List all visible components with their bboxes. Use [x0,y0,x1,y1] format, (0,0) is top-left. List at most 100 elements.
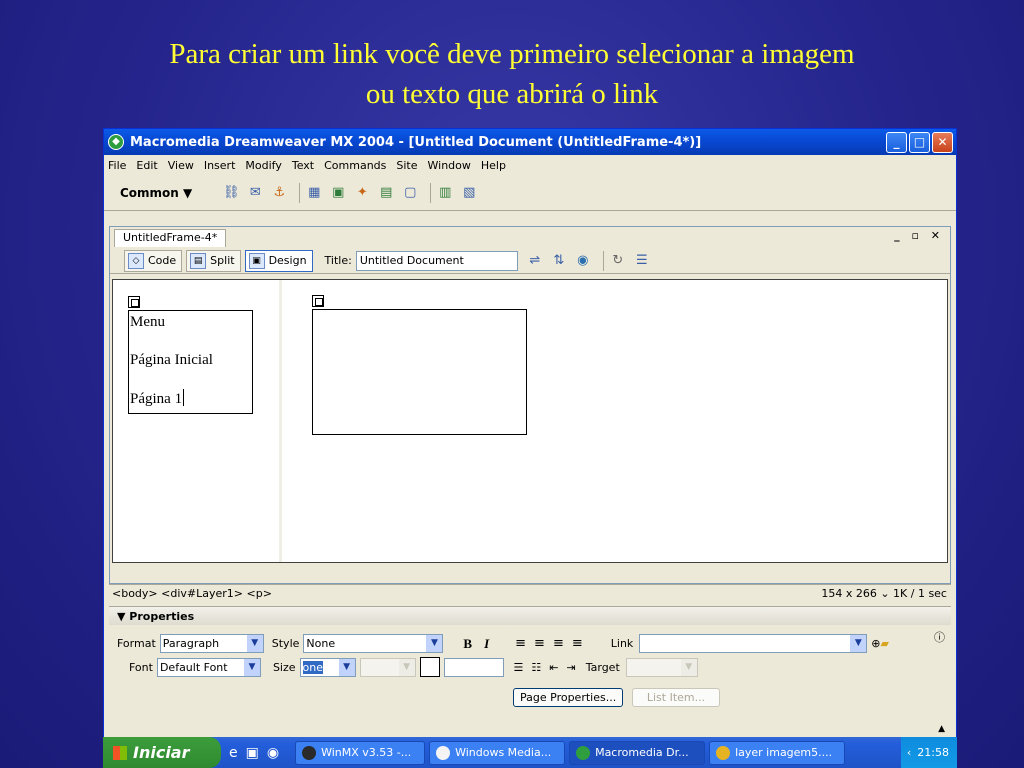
preview-browser-icon[interactable]: ◉ [574,252,592,270]
text-color-input[interactable] [443,657,504,677]
maximize-button[interactable]: □ [909,131,930,153]
code-view-button[interactable]: ◇ Code [124,249,183,272]
menu-help[interactable]: Help [481,159,506,172]
split-view-label: Split [210,254,235,267]
text-color-swatch[interactable] [419,657,440,677]
menu-text[interactable]: Text [292,159,314,172]
font-select[interactable]: Default Font ▼ [156,657,261,677]
toolbar-separator [299,182,301,203]
media-player-icon [436,745,451,760]
date-icon[interactable]: ▤ [377,184,395,202]
document-window-controls[interactable]: _ ▫ ✕ [894,229,944,242]
indent-icon[interactable]: ⇥ [567,661,576,674]
properties-panel: ▼ Properties Format Paragraph ▼ Style Non… [109,606,951,738]
target-label: Target [585,660,620,674]
insert-bar: Common ▼ ⛓ ✉ ⚓ ▦ ▣ ✦ ▤ ▢ ▥ ▧ [104,175,956,211]
minimize-button[interactable]: _ [886,131,907,153]
help-icon[interactable]: ⓘ [934,629,945,645]
layer-anchor-icon[interactable] [312,295,324,307]
tag-chooser-icon[interactable]: ▧ [460,184,478,202]
italic-button[interactable]: I [484,636,489,652]
toolbar-separator [602,250,604,271]
design-view-button[interactable]: ▣ Design [244,249,313,272]
link-label: Link [610,637,634,650]
menu-edit[interactable]: Edit [136,159,157,172]
menu-window[interactable]: Window [428,159,471,172]
menu-modify[interactable]: Modify [245,159,281,172]
taskbar-item-windows-media[interactable]: Windows Media... [429,740,566,765]
style-select[interactable]: None ▼ [303,634,444,653]
email-link-icon[interactable]: ✉ [246,184,264,202]
start-button[interactable]: Iniciar [103,737,221,768]
link-input[interactable]: ▼ [639,634,868,653]
split-view-button[interactable]: ▤ Split [186,249,241,272]
folder-icon[interactable]: ▰ [881,637,889,650]
layer1-line-pagina-inicial[interactable]: Página Inicial [130,351,252,369]
frame-border[interactable] [279,280,282,562]
show-desktop-icon[interactable]: ▣ [246,745,259,761]
expand-arrow-icon[interactable]: ▲ [938,724,945,734]
named-anchor-icon[interactable]: ⚓ [270,184,288,202]
tray-expand-icon[interactable]: ‹ [907,746,911,759]
menu-commands[interactable]: Commands [324,159,386,172]
image-icon[interactable]: ▣ [329,184,347,202]
slide-caption: Para criar um link você deve primeiro se… [0,34,1024,114]
chevron-down-icon: ▼ [338,658,355,676]
taskbar-item-label: Windows Media... [455,746,552,759]
tag-selector[interactable]: <body> <div#Layer1> <p> [112,587,272,600]
format-label: Format [117,637,156,650]
design-canvas[interactable]: Menu Página Inicial Página 1 [112,279,948,563]
document-toolbar: ◇ Code ▤Split ▣Design Title: ⇌ ⇅ ◉ ↻ ☰ [110,248,950,274]
size-select[interactable]: one ▼ [299,657,356,677]
code-view-label: Code [148,254,177,267]
layer1-line-pagina-1[interactable]: Página 1 [130,389,252,408]
caption-line-2: ou texto que abrirá o link [365,78,659,110]
view-options-icon[interactable]: ☰ [633,252,651,270]
taskbar-item-layer-imagem[interactable]: layer imagem5.... [709,740,846,765]
window-titlebar[interactable]: ◆ Macromedia Dreamweaver MX 2004 - [Unti… [104,129,956,155]
document-tab[interactable]: UntitledFrame-4* [114,229,227,247]
layer1[interactable]: Menu Página Inicial Página 1 [128,310,253,414]
ordered-list-icon[interactable]: ☷ [531,661,541,674]
taskbar-item-dreamweaver[interactable]: Macromedia Dr... [569,740,706,765]
chevron-down-icon: ▼ [243,658,260,676]
table-icon[interactable]: ▦ [305,184,323,202]
menu-insert[interactable]: Insert [204,159,236,172]
layer-anchor-icon[interactable] [128,296,140,308]
insert-category-dropdown[interactable]: Common ▼ [120,186,192,200]
templates-icon[interactable]: ▥ [436,184,454,202]
windows-logo-icon [113,745,127,760]
media-icon[interactable]: ✦ [353,184,371,202]
refresh-icon[interactable]: ↻ [609,252,627,270]
menu-view[interactable]: View [168,159,194,172]
page-properties-button[interactable]: Page Properties... [513,688,624,707]
outdent-icon[interactable]: ⇤ [549,661,558,674]
close-button[interactable]: ✕ [932,131,953,153]
title-input[interactable] [355,250,518,271]
point-to-file-icon[interactable]: ⊕ [871,637,880,650]
taskbar-item-label: layer imagem5.... [735,746,833,759]
ie-quicklaunch-icon[interactable]: e [229,745,238,761]
chevron-down-icon: ▼ [850,635,867,652]
properties-row-2: Font Default Font ▼ Size one ▼ ▼ ☰ ☷ ⇤ ⇥ T… [129,657,698,677]
validate-icon[interactable]: ⇌ [526,252,544,270]
align-justify-icon[interactable]: ≡ [572,636,583,651]
menu-site[interactable]: Site [396,159,417,172]
unordered-list-icon[interactable]: ☰ [514,661,524,674]
bold-button[interactable]: B [463,636,472,652]
taskbar-item-winmx[interactable]: WinMX v3.53 -... [295,740,426,765]
font-label: Font [129,660,153,674]
comment-icon[interactable]: ▢ [401,184,419,202]
format-select[interactable]: Paragraph ▼ [159,634,264,653]
align-right-icon[interactable]: ≡ [553,636,564,651]
file-management-icon[interactable]: ⇅ [550,252,568,270]
media-quicklaunch-icon[interactable]: ◉ [267,745,279,761]
menu-file[interactable]: File [108,159,126,172]
layer2[interactable] [312,309,527,435]
layer1-line-menu[interactable]: Menu [130,313,252,331]
align-left-icon[interactable]: ≡ [515,636,526,651]
hyperlink-icon[interactable]: ⛓ [222,184,240,202]
document-size-info: 154 x 266 ⌄ 1K / 1 sec [821,587,947,600]
align-center-icon[interactable]: ≡ [534,636,545,651]
properties-header[interactable]: ▼ Properties [109,607,951,625]
